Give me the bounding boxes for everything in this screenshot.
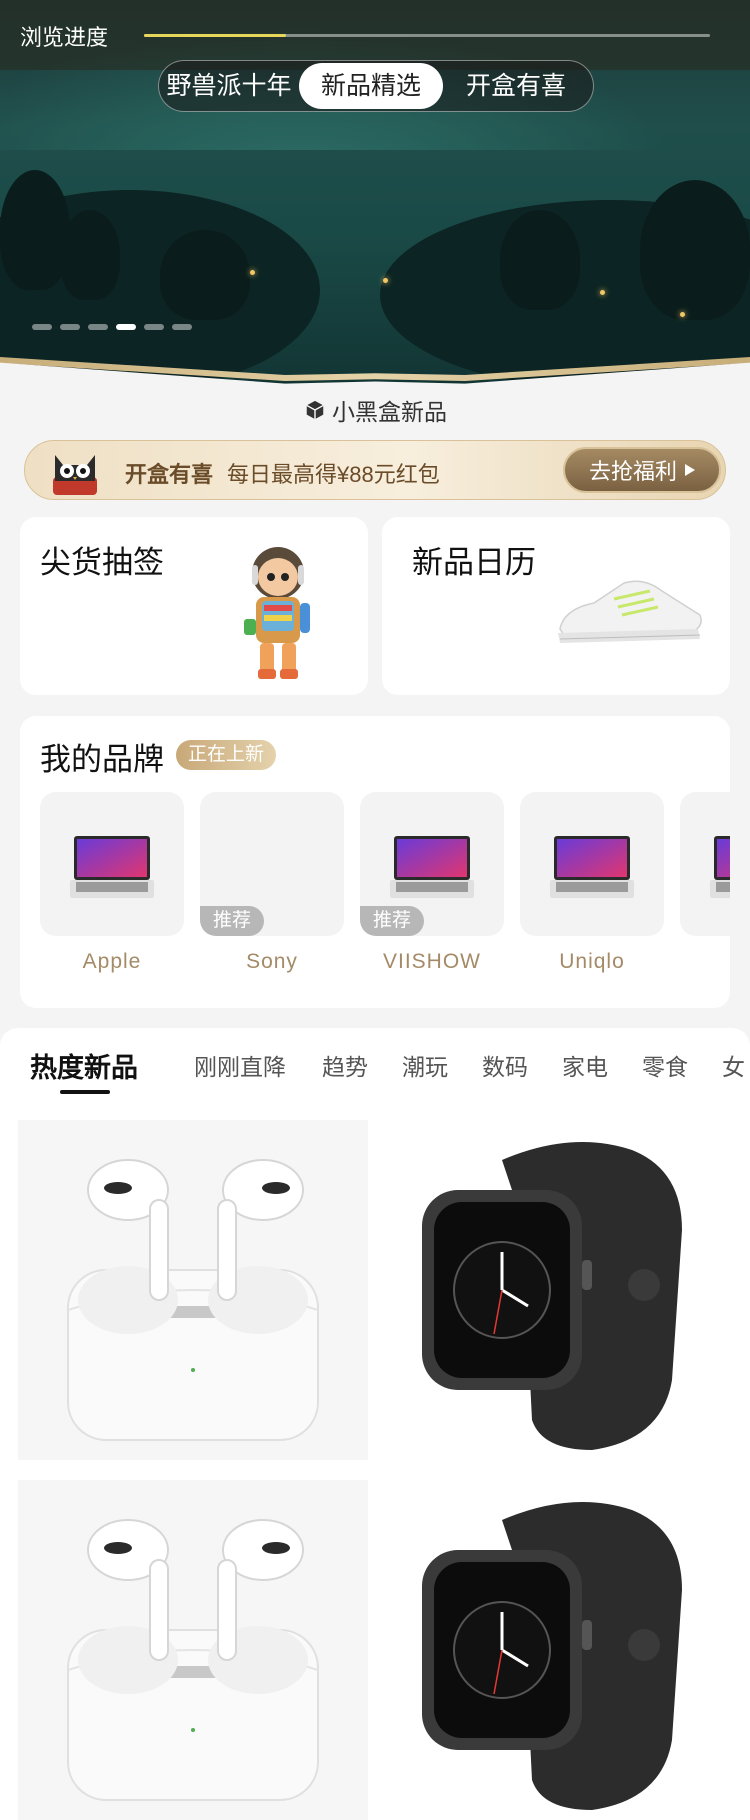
carousel-dot[interactable]: [116, 324, 136, 330]
cube-icon: [306, 400, 324, 420]
my-brands-section: 我的品牌 正在上新 Apple 推荐 Sony 推荐 VIISHOW Uniql…: [20, 716, 730, 1008]
claim-reward-button[interactable]: 去抢福利: [563, 447, 721, 493]
progress-label: 浏览进度: [20, 25, 109, 50]
tab-toys[interactable]: 潮玩: [402, 1048, 448, 1082]
tab-women[interactable]: 女: [722, 1048, 745, 1082]
toy-figure-image: [244, 547, 310, 679]
hero-tree: [500, 210, 580, 310]
card-lottery-title: 尖货抽签: [40, 545, 164, 580]
brand-name: Apple: [82, 950, 142, 973]
brand-tile: [680, 792, 730, 936]
active-tab-underline: [60, 1090, 110, 1094]
brand-tile: [520, 792, 664, 936]
segment-unbox[interactable]: 开盒有喜: [443, 63, 589, 109]
brand-item[interactable]: Uniqlo: [520, 792, 664, 974]
hero-banner[interactable]: 浏览进度 野兽派十年 新品精选 开盒有喜: [0, 0, 750, 420]
cat-icon: [53, 455, 97, 495]
card-new-calendar[interactable]: 新品日历: [382, 517, 730, 695]
segment-new-picks[interactable]: 新品精选: [299, 63, 443, 109]
sneaker-image: [558, 580, 702, 643]
watch-image: [422, 1502, 682, 1810]
hero-light: [600, 290, 605, 295]
brand-name: Sony: [246, 950, 298, 973]
watch-image: [422, 1142, 682, 1450]
product-grid: [0, 1120, 750, 1820]
new-arrivals-badge: 正在上新: [176, 740, 277, 770]
brand-item[interactable]: Apple: [40, 792, 184, 974]
recommend-tag: 推荐: [200, 906, 265, 936]
laptop-icon: [710, 836, 730, 898]
progress-fill: [144, 34, 286, 37]
brand-item[interactable]: 推荐 Sony: [200, 792, 344, 974]
tab-appliance[interactable]: 家电: [562, 1048, 608, 1082]
hero-light: [250, 270, 255, 275]
brand-tile: 推荐: [200, 792, 344, 936]
play-arrow-icon: [685, 464, 695, 476]
brand-tile: [40, 792, 184, 936]
hero-tree: [0, 170, 70, 290]
brand-name: Uniqlo: [559, 950, 625, 973]
carousel-dot[interactable]: [32, 324, 52, 330]
laptop-icon: [70, 836, 154, 898]
brand-name: VIISHOW: [382, 950, 481, 973]
my-brands-title: 我的品牌: [40, 742, 164, 777]
brand-item[interactable]: 推荐 VIISHOW: [360, 792, 504, 974]
progress-track: [144, 34, 710, 37]
segment-control: 野兽派十年 新品精选 开盒有喜: [158, 60, 594, 112]
promo-text: 每日最高得¥88元红包: [227, 462, 440, 487]
carousel-dot[interactable]: [88, 324, 108, 330]
card-calendar-title: 新品日历: [412, 545, 536, 580]
carousel-dot[interactable]: [144, 324, 164, 330]
promo-banner[interactable]: 开盒有喜 每日最高得¥88元红包 去抢福利: [24, 440, 726, 500]
tab-hot-new[interactable]: 热度新品: [30, 1046, 138, 1085]
airpods-image: [67, 1519, 319, 1801]
product-card-watch[interactable]: [382, 1480, 732, 1820]
hero-light: [383, 278, 388, 283]
product-card-airpods[interactable]: [18, 1120, 368, 1460]
segment-ten-years[interactable]: 野兽派十年: [159, 63, 299, 109]
category-tabs: 热度新品 刚刚直降 趋势 潮玩 数码 家电 零食 女: [0, 1028, 750, 1120]
promo-title: 开盒有喜: [125, 462, 214, 487]
brand-item[interactable]: [680, 792, 730, 936]
product-card-airpods[interactable]: [18, 1480, 368, 1820]
product-card-watch[interactable]: [382, 1120, 732, 1460]
recommend-tag: 推荐: [360, 906, 425, 936]
carousel-dots: [32, 324, 192, 330]
tab-snacks[interactable]: 零食: [642, 1048, 688, 1082]
brand-list: Apple 推荐 Sony 推荐 VIISHOW Uniqlo: [40, 792, 730, 1002]
carousel-dot[interactable]: [172, 324, 192, 330]
tab-trend[interactable]: 趋势: [322, 1048, 368, 1082]
airpods-image: [67, 1159, 319, 1441]
hero-tree: [60, 210, 120, 300]
hero-light: [680, 312, 685, 317]
brand-tile: 推荐: [360, 792, 504, 936]
section-tab[interactable]: 小黑盒新品: [283, 388, 468, 432]
tab-price-drop[interactable]: 刚刚直降: [194, 1048, 286, 1082]
hero-tree: [160, 230, 250, 320]
tab-digital[interactable]: 数码: [482, 1048, 528, 1082]
card-lottery[interactable]: 尖货抽签: [20, 517, 368, 695]
section-tab-label: 小黑盒新品: [332, 399, 447, 425]
laptop-icon: [550, 836, 634, 898]
laptop-icon: [390, 836, 474, 898]
carousel-dot[interactable]: [60, 324, 80, 330]
claim-reward-label: 去抢福利: [588, 459, 677, 484]
hero-tree: [640, 180, 750, 320]
